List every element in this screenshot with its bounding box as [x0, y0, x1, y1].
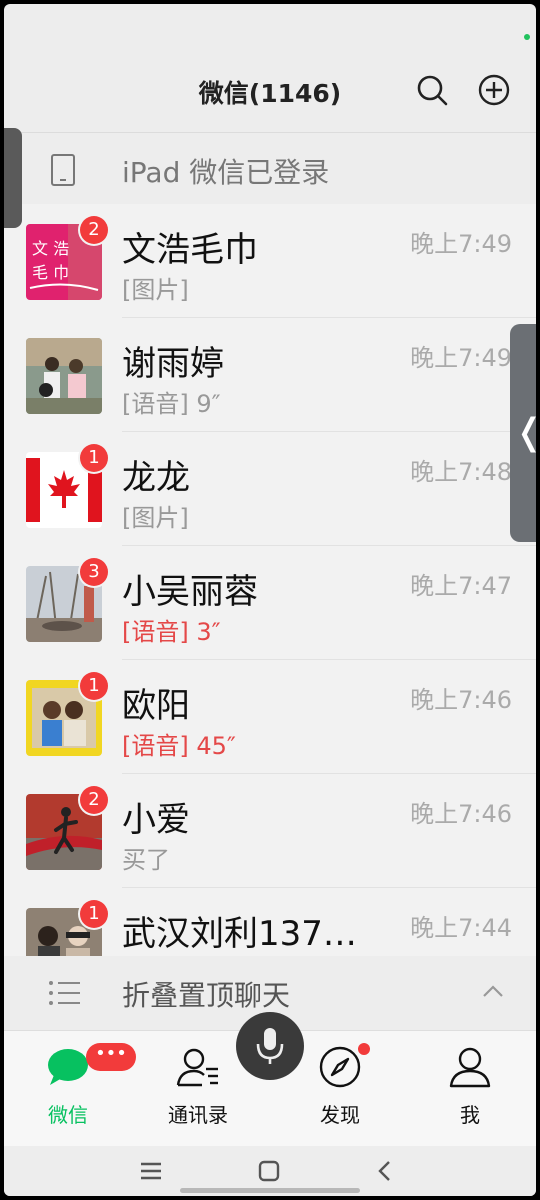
tab-me[interactable]: 我	[420, 1045, 520, 1141]
chat-name: 龙龙	[122, 458, 190, 498]
header: 微信(1146)	[4, 44, 536, 132]
unread-badge: 1	[80, 444, 108, 472]
edge-panel-handle-left[interactable]	[4, 128, 22, 228]
chat-item[interactable]: 文 浩 毛 巾 2 文浩毛巾 [图片] 晚上7:49	[4, 204, 536, 318]
tab-label: 发现	[320, 1103, 360, 1127]
page-title: 微信(1146)	[198, 79, 342, 108]
chat-time: 晚上7:48	[410, 458, 512, 486]
unread-badge: 3	[80, 558, 108, 586]
chat-time: 晚上7:49	[410, 230, 512, 258]
chevron-left-icon: ❬	[514, 412, 536, 453]
chat-item[interactable]: 1 欧阳 [语音] 45″ 晚上7:46	[4, 660, 536, 774]
ipad-login-notice[interactable]: iPad 微信已登录	[4, 132, 536, 206]
unread-badge: 2	[80, 216, 108, 244]
tab-badge: •••	[86, 1043, 136, 1071]
compass-icon	[319, 1046, 361, 1088]
chat-item[interactable]: 3 小吴丽蓉 [语音] 3″ 晚上7:47	[4, 546, 536, 660]
chat-time: 晚上7:47	[410, 572, 512, 600]
tab-contacts[interactable]: 通讯录	[148, 1045, 248, 1141]
unread-badge: 1	[80, 900, 108, 928]
chat-item[interactable]: 1 武汉刘利137… 晚上7:44	[4, 888, 536, 956]
ipad-notice-text: iPad 微信已登录	[122, 156, 330, 189]
tab-label: 微信	[48, 1103, 88, 1127]
avatar	[26, 338, 102, 414]
back-icon[interactable]	[370, 1156, 400, 1186]
chat-last-message: 买了	[122, 846, 170, 874]
chat-last-message: [语音] 3″	[122, 618, 221, 646]
chat-item[interactable]: 2 小爱 买了 晚上7:46	[4, 774, 536, 888]
chat-name: 小爱	[122, 800, 190, 840]
chat-name: 武汉刘利137…	[122, 914, 357, 954]
chevron-up-icon[interactable]	[480, 978, 506, 1004]
tab-label: 通讯录	[168, 1103, 228, 1127]
chat-time: 晚上7:46	[410, 686, 512, 714]
menu-icon[interactable]	[136, 1156, 166, 1186]
tablet-icon	[51, 154, 75, 186]
status-indicator-dot	[524, 34, 530, 40]
tab-chats[interactable]: 微信 •••	[18, 1043, 136, 1141]
chat-item[interactable]: 1 龙龙 [图片] 晚上7:48	[4, 432, 536, 546]
chat-name: 小吴丽蓉	[122, 572, 258, 612]
chat-list: 文 浩 毛 巾 2 文浩毛巾 [图片] 晚上7:49 谢雨婷 [语音] 9″ 晚…	[4, 204, 536, 956]
tab-discover[interactable]: 发现	[290, 1043, 390, 1141]
chat-name: 文浩毛巾	[122, 230, 258, 270]
system-nav-bar	[4, 1146, 536, 1196]
svg-text:文 浩: 文 浩	[32, 239, 69, 258]
chat-name: 欧阳	[122, 686, 190, 726]
chat-time: 晚上7:49	[410, 344, 512, 372]
new-dot-badge	[358, 1043, 370, 1055]
unread-badge: 2	[80, 786, 108, 814]
tab-label: 我	[460, 1103, 480, 1127]
chat-last-message: [语音] 45″	[122, 732, 236, 760]
chat-time: 晚上7:46	[410, 800, 512, 828]
chat-time: 晚上7:44	[410, 914, 512, 942]
list-icon	[49, 981, 80, 1005]
person-icon	[449, 1047, 491, 1088]
chat-item[interactable]: 谢雨婷 [语音] 9″ 晚上7:49	[4, 318, 536, 432]
search-icon[interactable]	[414, 72, 450, 108]
home-indicator[interactable]	[180, 1188, 360, 1193]
home-icon[interactable]	[254, 1156, 284, 1186]
chat-last-message: [图片]	[122, 276, 189, 304]
contacts-icon	[176, 1048, 218, 1087]
svg-text:毛 巾: 毛 巾	[32, 263, 69, 282]
add-icon[interactable]	[476, 72, 512, 108]
microphone-icon	[256, 1028, 284, 1064]
chat-last-message: [图片]	[122, 504, 189, 532]
chat-last-message: [语音] 9″	[122, 390, 221, 418]
chat-bubble-icon	[48, 1049, 88, 1085]
folded-label: 折叠置顶聊天	[122, 979, 291, 1012]
edge-panel-handle-right[interactable]: ❬	[510, 324, 536, 542]
wechat-screen: 微信(1146) iPad 微信已登录 文 浩 毛 巾 2 文浩毛巾 [图片] …	[4, 4, 536, 1196]
chat-name: 谢雨婷	[122, 344, 224, 384]
unread-badge: 1	[80, 672, 108, 700]
voice-input-button[interactable]	[236, 1012, 304, 1080]
